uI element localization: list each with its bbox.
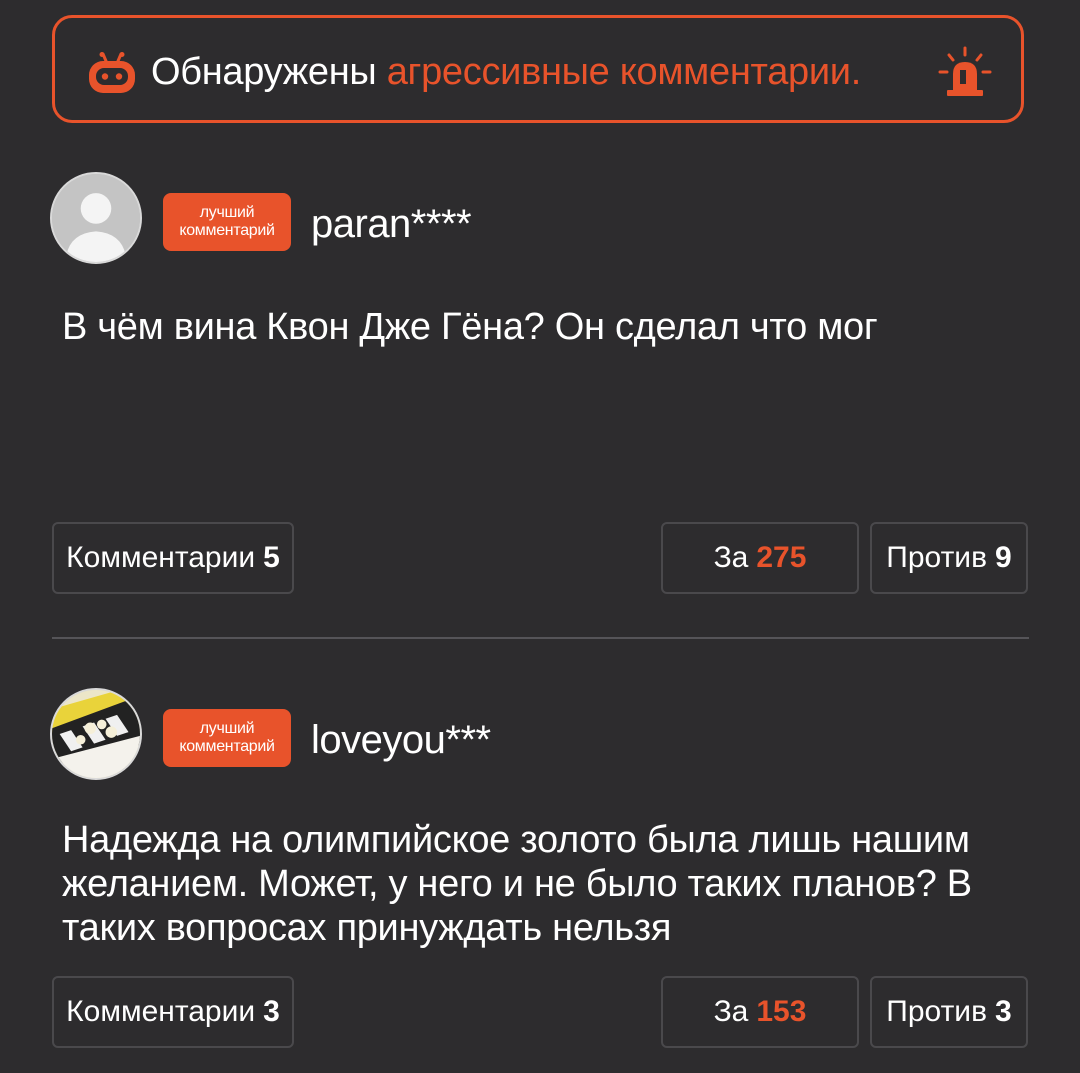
username[interactable]: loveyou***	[311, 716, 491, 764]
aggressive-comments-alert: Обнаружены агрессивные комментарии.	[52, 15, 1024, 123]
avatar[interactable]	[50, 172, 142, 264]
alert-text-prefix: Обнаружены	[151, 51, 377, 93]
comments-button[interactable]: Комментарии 5	[52, 522, 294, 594]
badge-line2: комментарий	[179, 222, 275, 239]
best-comment-badge: лучший комментарий	[163, 193, 291, 251]
robot-icon	[89, 52, 135, 93]
badge-line1: лучший	[199, 204, 255, 221]
avatar[interactable]	[50, 688, 142, 780]
comment-text: В чём вина Квон Дже Гёна? Он сделал что …	[62, 306, 878, 348]
upvote-count: 153	[756, 995, 807, 1028]
siren-icon	[938, 46, 992, 96]
badge-line2: комментарий	[179, 738, 275, 755]
downvote-label: Против	[886, 541, 988, 574]
downvote-count: 9	[995, 541, 1012, 574]
upvote-label: За	[713, 995, 749, 1028]
downvote-count: 3	[995, 995, 1012, 1028]
best-comment-badge: лучший комментарий	[163, 709, 291, 767]
default-user-icon	[52, 174, 140, 262]
comments-label: Комментарии	[66, 541, 256, 574]
comments-label: Комментарии	[66, 995, 256, 1028]
upvote-button[interactable]: За 275	[661, 522, 859, 594]
clapperboard-avatar-image	[52, 690, 140, 778]
username[interactable]: paran****	[311, 200, 472, 248]
downvote-label: Против	[886, 995, 988, 1028]
comments-count: 3	[263, 995, 280, 1028]
comment-divider	[52, 637, 1029, 639]
downvote-button[interactable]: Против 3	[870, 976, 1028, 1048]
alert-text-highlight: агрессивные комментарии.	[386, 51, 862, 93]
downvote-button[interactable]: Против 9	[870, 522, 1028, 594]
upvote-label: За	[713, 541, 749, 574]
badge-line1: лучший	[199, 720, 255, 737]
upvote-count: 275	[756, 541, 807, 574]
comments-count: 5	[263, 541, 280, 574]
alert-message: Обнаружены агрессивные комментарии.	[151, 44, 861, 100]
comments-button[interactable]: Комментарии 3	[52, 976, 294, 1048]
comment-text: Надежда на олимпийское золото была лишь …	[62, 819, 972, 949]
upvote-button[interactable]: За 153	[661, 976, 859, 1048]
